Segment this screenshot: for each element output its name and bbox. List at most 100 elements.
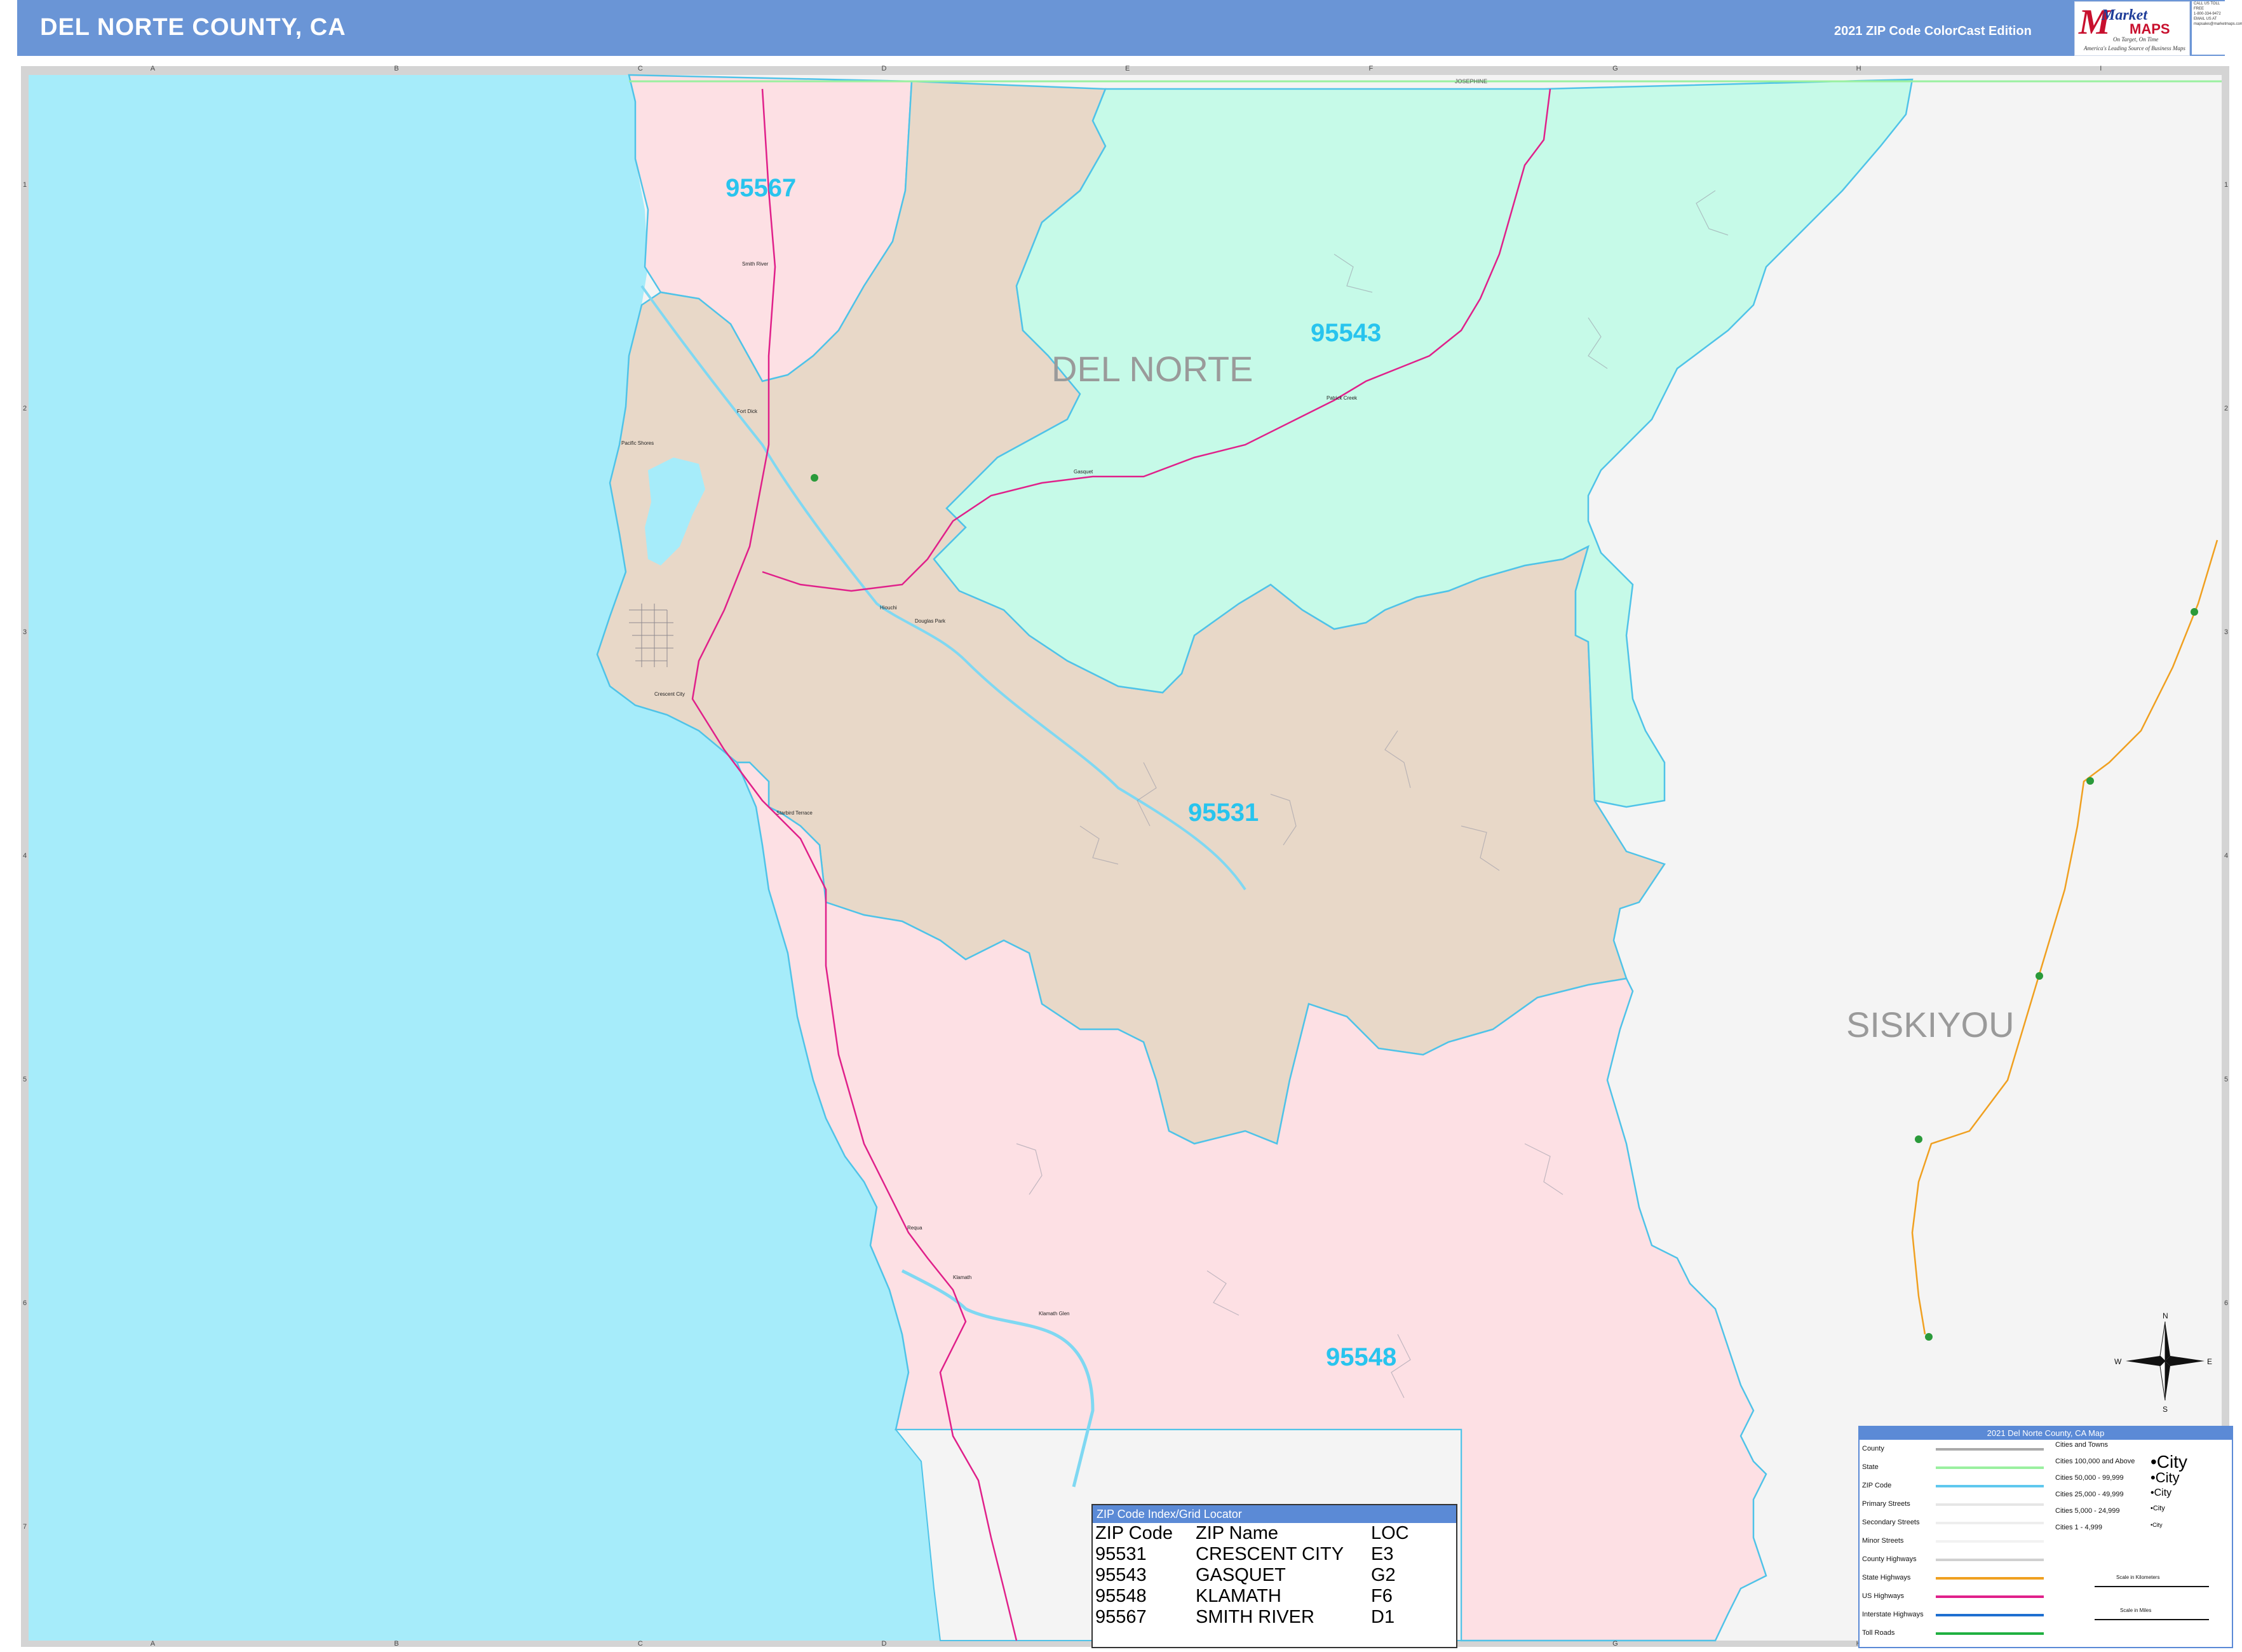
legend-item-swatch (1936, 1540, 2044, 1543)
zip-label-95531: 95531 (1188, 799, 1259, 827)
compass-e: E (2207, 1357, 2212, 1366)
grid-row-label: 2 (23, 405, 27, 412)
legend-item-swatch (1936, 1614, 2044, 1616)
table-row[interactable]: 95548 KLAMATH F6 (1095, 1586, 1409, 1607)
zip-code-cell: 95531 (1095, 1544, 1147, 1564)
scale-km-label: Scale in Kilometers (2116, 1574, 2160, 1580)
zip-name-cell: SMITH RIVER (1196, 1607, 1314, 1627)
grid-row-label: 4 (2224, 852, 2228, 860)
grid-row-label: 6 (2224, 1299, 2228, 1307)
grid-row-label: 1 (23, 181, 27, 189)
legend-item-swatch (1936, 1577, 2044, 1580)
legend-item-swatch (1936, 1503, 2044, 1506)
grid-column-label: D (881, 1640, 886, 1648)
county-label-siskiyou: SISKIYOU (1846, 1005, 2015, 1045)
legend-city-label: Cities 25,000 - 49,999 (2055, 1491, 2124, 1498)
table-row[interactable]: 95531 CRESCENT CITY E3 (1095, 1544, 1409, 1565)
zip-index-header: LOC (1371, 1523, 1409, 1543)
town-label: Starbird Terrace (776, 810, 813, 816)
legend-item-label: State Highways (1862, 1574, 1911, 1581)
legend-item-swatch (1936, 1448, 2044, 1451)
legend-item-label: Minor Streets (1862, 1537, 1904, 1545)
legend-city-symbol: •City (2151, 1469, 2180, 1486)
map-canvas[interactable]: 95567 95543 95531 95548 DEL NORTE SISKIY… (0, 0, 2242, 1652)
zip-index-header: ZIP Code (1095, 1523, 1173, 1543)
grid-column-label: C (638, 65, 643, 72)
zip-name-cell: GASQUET (1196, 1565, 1286, 1585)
zip-index-header: ZIP Name (1196, 1523, 1279, 1543)
josephine-label: JOSEPHINE (1455, 78, 1487, 85)
legend-item-label: State (1862, 1463, 1879, 1471)
legend-item-label: County (1862, 1445, 1884, 1452)
map-legend: 2021 Del Norte County, CA Map County Stat… (1858, 1426, 2233, 1648)
scale-km-bar (2095, 1586, 2209, 1587)
zip-label-95548: 95548 (1326, 1343, 1396, 1371)
legend-item-label: Secondary Streets (1862, 1519, 1920, 1526)
grid-column-label: H (1856, 65, 1861, 72)
zip-index-grid: ZIP Code ZIP Name LOC 95531 CRESCENT CIT… (1095, 1523, 1409, 1628)
zip-name-cell: CRESCENT CITY (1196, 1544, 1344, 1564)
grid-column-label: A (151, 65, 156, 72)
grid-column-label: F (1369, 65, 1374, 72)
zip-loc-cell: F6 (1371, 1586, 1393, 1606)
zip-index-table: ZIP Code Index/Grid Locator ZIP Code ZIP… (1091, 1504, 1457, 1648)
town-label: Gasquet (1074, 469, 1093, 475)
legend-item-label: Primary Streets (1862, 1500, 1910, 1508)
grid-row-label: 3 (23, 628, 27, 636)
grid-row-label: 2 (2224, 405, 2228, 412)
town-label: Klamath (953, 1275, 971, 1280)
legend-item-swatch (1936, 1632, 2044, 1635)
legend-city-label: Cities 100,000 and Above (2055, 1458, 2135, 1465)
town-label: Pacific Shores (621, 440, 654, 446)
grid-row-label: 1 (2224, 181, 2228, 189)
legend-item-label: ZIP Code (1862, 1482, 1892, 1489)
town-label: Douglas Park (915, 618, 946, 624)
town-label: Fort Dick (737, 409, 758, 414)
legend-city-label: Cities 1 - 4,999 (2055, 1524, 2102, 1531)
zip-index-title: ZIP Code Index/Grid Locator (1093, 1505, 1456, 1523)
legend-city-label: Cities 50,000 - 99,999 (2055, 1474, 2124, 1482)
compass-n: N (2163, 1311, 2168, 1320)
grid-row-label: 6 (23, 1299, 27, 1307)
grid-column-label: E (1125, 65, 1130, 72)
legend-city-symbol: •City (2151, 1505, 2165, 1513)
scale-mi-label: Scale in Miles (2120, 1608, 2152, 1613)
grid-column-label: I (2100, 65, 2102, 72)
compass-w: W (2114, 1357, 2122, 1366)
grid-column-label: G (1612, 1640, 1618, 1648)
town-label: Hiouchi (880, 605, 897, 611)
table-row[interactable]: 95543 GASQUET G2 (1095, 1565, 1409, 1586)
zip-code-cell: 95543 (1095, 1565, 1147, 1585)
town-label: Requa (907, 1225, 922, 1231)
legend-item-label: Toll Roads (1862, 1629, 1895, 1637)
legend-city-symbol: •City (2151, 1522, 2163, 1528)
grid-row-label: 3 (2224, 628, 2228, 636)
legend-item-label: County Highways (1862, 1555, 1917, 1563)
grid-row-label: 4 (23, 852, 27, 860)
legend-item-label: US Highways (1862, 1592, 1905, 1600)
town-label: Klamath Glen (1039, 1311, 1069, 1317)
legend-item-swatch (1936, 1466, 2044, 1469)
zip-loc-cell: D1 (1371, 1607, 1395, 1627)
compass-s: S (2163, 1405, 2168, 1414)
grid-column-label: D (881, 65, 886, 72)
grid-column-label: G (1612, 65, 1618, 72)
legend-item-label: Interstate Highways (1862, 1611, 1924, 1618)
table-row[interactable]: 95567 SMITH RIVER D1 (1095, 1607, 1409, 1628)
legend-city-symbol: •City (2151, 1487, 2172, 1498)
zip-index-header-row: ZIP Code ZIP Name LOC (1095, 1523, 1409, 1544)
legend-city-label: Cities and Towns (2055, 1441, 2108, 1449)
legend-item-swatch (1936, 1559, 2044, 1561)
town-label: Smith River (742, 261, 769, 267)
zip-code-cell: 95567 (1095, 1607, 1147, 1627)
town-label: Patrick Creek (1327, 395, 1358, 401)
grid-column-label: B (394, 65, 398, 72)
legend-city-label: Cities 5,000 - 24,999 (2055, 1507, 2120, 1515)
legend-item-swatch (1936, 1522, 2044, 1524)
town-label: Crescent City (654, 691, 685, 697)
grid-row-label: 5 (23, 1076, 27, 1083)
zip-loc-cell: G2 (1371, 1565, 1396, 1585)
grid-row-label: 5 (2224, 1076, 2228, 1083)
grid-column-label: B (394, 1640, 398, 1648)
zip-code-cell: 95548 (1095, 1586, 1147, 1606)
